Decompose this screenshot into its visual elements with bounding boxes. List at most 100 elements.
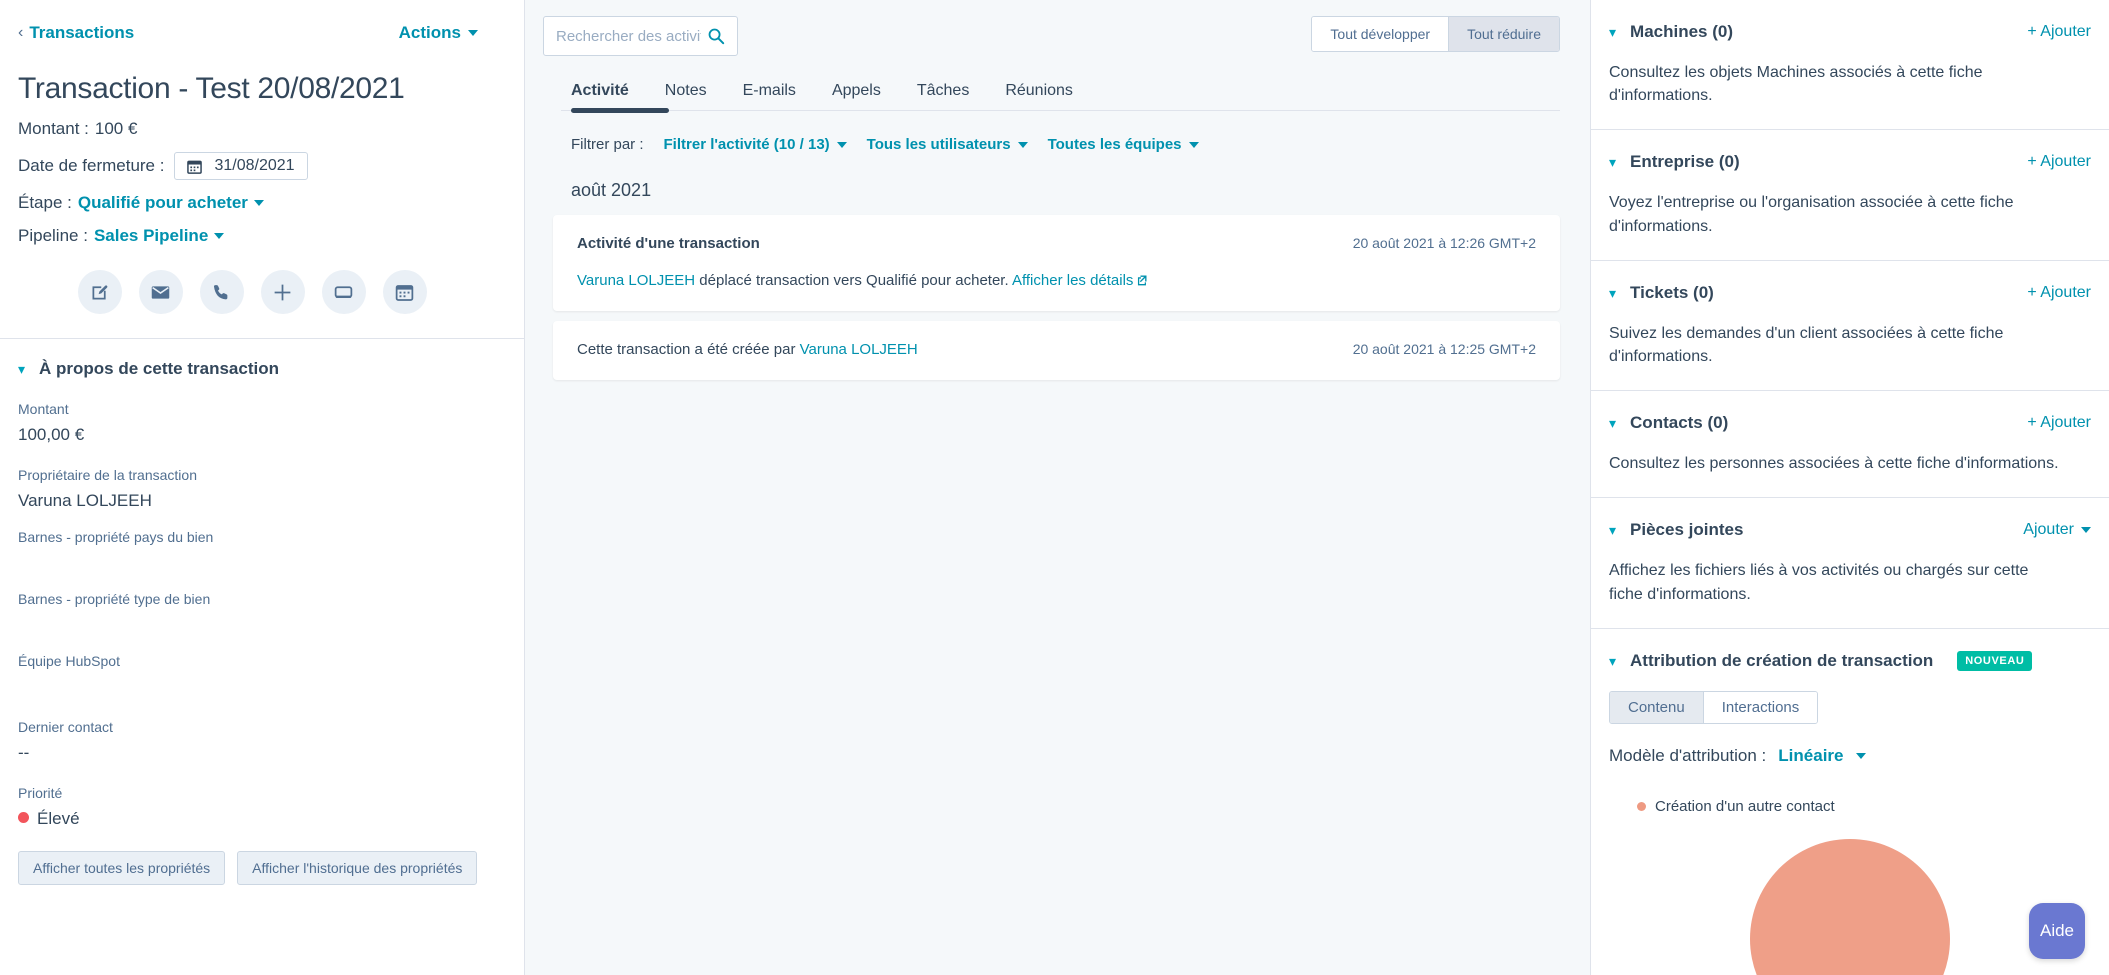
new-badge: NOUVEAU (1957, 650, 2033, 671)
section-header-left[interactable]: ▾ Attribution de création de transaction… (1609, 650, 2033, 671)
filter-activity-dropdown[interactable]: Filtrer l'activité (10 / 13) (664, 136, 847, 153)
meeting-button[interactable] (382, 270, 427, 314)
property-label: Propriétaire de la transaction (18, 467, 197, 483)
view-property-history-button[interactable]: Afficher l'historique des propriétés (237, 851, 478, 885)
property-value[interactable]: Varuna LOLJEEH (18, 491, 506, 511)
stage-label: Étape : (18, 193, 72, 212)
plus-icon (274, 284, 291, 300)
close-date-field[interactable]: 31/08/2021 (174, 152, 308, 180)
legend-color-swatch (1637, 801, 1646, 811)
search-input[interactable] (556, 27, 701, 45)
actions-dropdown[interactable]: Actions (399, 23, 506, 43)
activity-card[interactable]: Cette transaction a été créée par Varuna… (553, 321, 1560, 380)
stage-dropdown[interactable]: Qualifié pour acheter (78, 193, 248, 213)
property-label: Barnes - propriété type de bien (18, 591, 211, 607)
add-attachment-dropdown[interactable]: Ajouter (2023, 521, 2091, 539)
search-box[interactable] (543, 16, 738, 56)
breadcrumb-label: Transactions (29, 23, 135, 42)
activity-card-header: Cette transaction a été créée par Varuna… (577, 341, 1536, 358)
header-top-row: ‹ Transactions Actions (18, 20, 506, 46)
activity-panel: Tout développer Tout réduire Activité No… (525, 0, 1590, 975)
property-value[interactable]: 100,00 € (18, 425, 506, 445)
tab-appels[interactable]: Appels (832, 82, 881, 110)
chart-legend-item[interactable]: Création d'un autre contact (1609, 798, 2091, 815)
tab-interactions[interactable]: Interactions (1702, 691, 1818, 723)
amount-label: Montant : (18, 119, 89, 138)
section-header-left[interactable]: ▾ Pièces jointes (1609, 520, 1743, 540)
calendar-icon (187, 160, 203, 174)
tab-notes[interactable]: Notes (665, 82, 707, 110)
tab-taches[interactable]: Tâches (917, 82, 969, 110)
property-value[interactable] (18, 615, 506, 635)
record-header: ‹ Transactions Actions Transaction - Tes… (0, 0, 524, 338)
section-description: Suivez les demandes d'un client associée… (1609, 324, 2004, 365)
tab-reunions[interactable]: Réunions (1005, 82, 1073, 110)
property-barnes-pays: Barnes - propriété pays du bien (18, 529, 506, 573)
tab-activite[interactable]: Activité (571, 82, 629, 110)
add-contact-button[interactable]: + Ajouter (2027, 414, 2091, 432)
status-badge: Élevé (37, 809, 80, 828)
pie-slice-creation-autre-contact[interactable] (1750, 838, 1950, 975)
chevron-down-icon: ▾ (1609, 522, 1617, 539)
section-machines: ▾ Machines (0) + Ajouter Consultez les o… (1591, 0, 2109, 131)
attribution-model-dropdown[interactable]: Linéaire (1778, 746, 1843, 766)
property-dernier-contact: Dernier contact -- (18, 719, 506, 763)
add-company-button[interactable]: + Ajouter (2027, 153, 2091, 171)
section-header: ▾ Attribution de création de transaction… (1609, 650, 2091, 671)
chevron-left-icon: ‹ (18, 24, 24, 41)
right-sidebar-scroll[interactable]: ▾ Machines (0) + Ajouter Consultez les o… (1591, 0, 2109, 975)
filter-label: Filtrer par : (571, 136, 644, 153)
amount-value: 100 € (94, 119, 138, 138)
activity-actor-link[interactable]: Varuna LOLJEEH (577, 272, 695, 289)
expand-all-button[interactable]: Tout développer (1312, 17, 1449, 51)
property-value[interactable] (18, 553, 506, 573)
section-title: Entreprise (0) (1630, 152, 1740, 172)
collapse-all-button[interactable]: Tout réduire (1448, 17, 1559, 51)
attribution-pie-chart (1609, 838, 2091, 975)
about-header[interactable]: ▾ À propos de cette transaction (18, 359, 506, 379)
add-button[interactable] (260, 270, 305, 314)
chevron-down-icon (253, 200, 264, 206)
external-link-icon[interactable] (1136, 274, 1148, 286)
view-all-properties-button[interactable]: Afficher toutes les propriétés (18, 851, 226, 885)
email-button[interactable] (138, 270, 183, 314)
chevron-down-icon: ▾ (1609, 24, 1617, 40)
tab-underline (561, 108, 1560, 113)
section-contacts: ▾ Contacts (0) + Ajouter Consultez les p… (1591, 391, 2109, 499)
chevron-down-icon (2081, 527, 2091, 534)
activity-actor-link[interactable]: Varuna LOLJEEH (800, 341, 918, 358)
log-activity-button[interactable] (321, 270, 366, 314)
property-owner: Propriétaire de la transaction Varuna LO… (18, 467, 506, 511)
section-header: ▾ Entreprise (0) + Ajouter (1609, 152, 2091, 172)
add-machine-button[interactable]: + Ajouter (2027, 23, 2091, 41)
activity-details-link[interactable]: Afficher les détails (1012, 272, 1133, 289)
tab-contenu[interactable]: Contenu (1610, 691, 1703, 723)
help-button[interactable]: Aide (2029, 903, 2085, 959)
activity-body: Cette transaction a été créée par Varuna… (577, 341, 918, 358)
activity-card[interactable]: Activité d'une transaction 20 août 2021 … (553, 215, 1560, 311)
section-header-left[interactable]: ▾ Contacts (0) (1609, 413, 1728, 433)
priority-value-row[interactable]: Élevé (18, 809, 506, 829)
add-ticket-button[interactable]: + Ajouter (2027, 284, 2091, 302)
section-pieces-jointes: ▾ Pièces jointes Ajouter Affichez les fi… (1591, 498, 2109, 629)
pipeline-dropdown[interactable]: Sales Pipeline (94, 226, 208, 246)
close-date-label: Date de fermeture : (18, 156, 165, 175)
filter-teams-dropdown[interactable]: Toutes les équipes (1048, 136, 1199, 153)
filter-users-dropdown[interactable]: Tous les utilisateurs (867, 136, 1028, 153)
section-header-left[interactable]: ▾ Tickets (0) (1609, 283, 1714, 303)
chevron-down-icon (836, 141, 847, 148)
section-header-left[interactable]: ▾ Entreprise (0) (1609, 152, 1740, 172)
left-sidebar: ‹ Transactions Actions Transaction - Tes… (0, 0, 525, 975)
chevron-down-icon: ▾ (1609, 154, 1617, 171)
note-button[interactable] (77, 270, 122, 314)
search-icon[interactable] (707, 27, 725, 45)
call-button[interactable] (199, 270, 244, 314)
section-header-left[interactable]: ▾ Machines (0) (1609, 22, 1733, 42)
property-value[interactable]: -- (18, 743, 506, 763)
tab-emails[interactable]: E-mails (743, 82, 796, 110)
property-label: Dernier contact (18, 719, 113, 735)
breadcrumb[interactable]: ‹ Transactions (18, 23, 134, 43)
crm-record-page: ‹ Transactions Actions Transaction - Tes… (0, 0, 2109, 975)
phone-icon (213, 284, 228, 299)
property-value[interactable] (18, 677, 506, 697)
